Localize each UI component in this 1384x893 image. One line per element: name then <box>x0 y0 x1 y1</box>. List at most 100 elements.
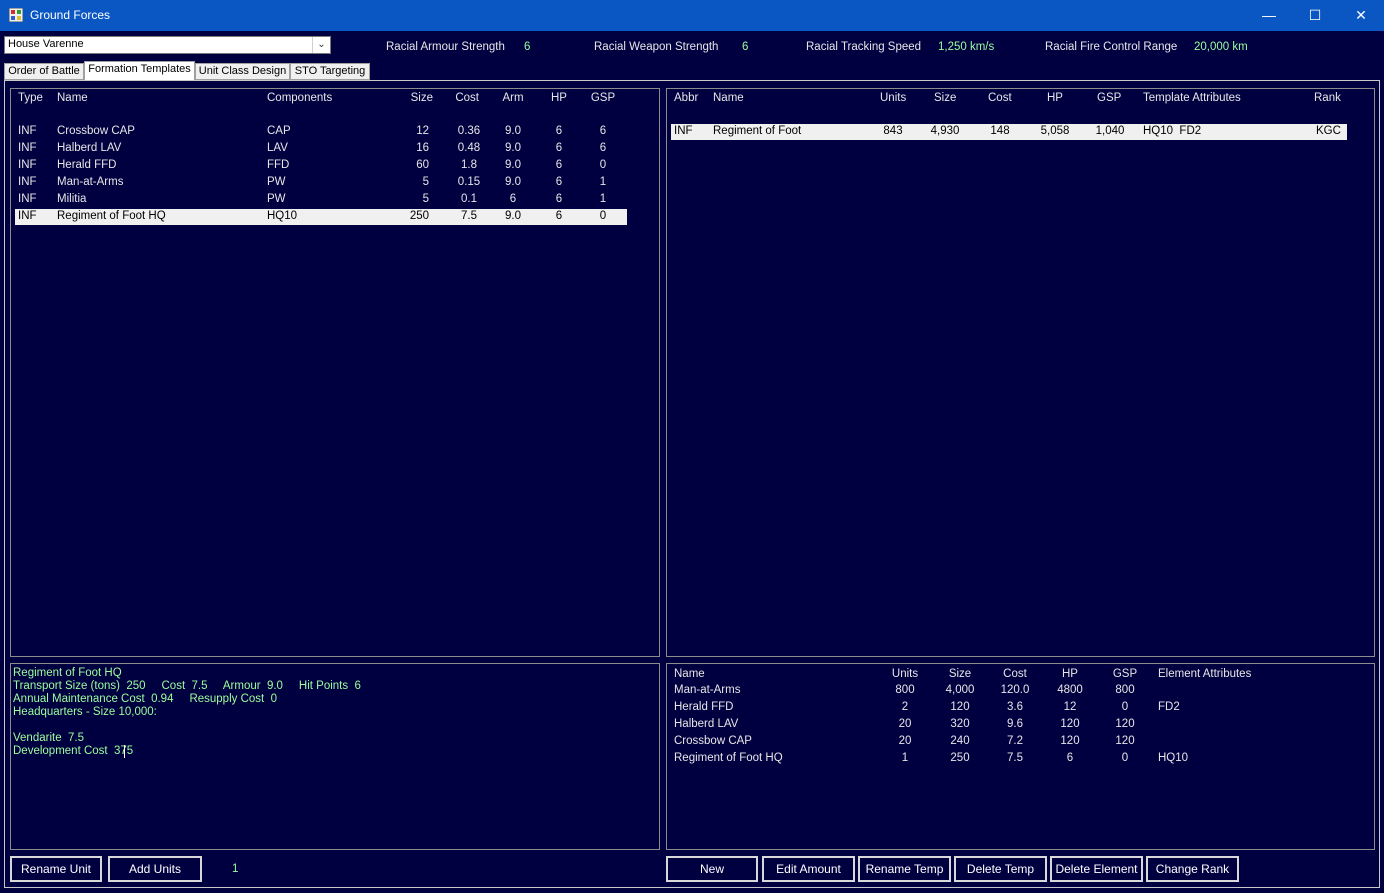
race-select-value: House Varenne <box>8 38 84 50</box>
tab-order-of-battle[interactable]: Order of Battle <box>4 63 84 80</box>
row-gsp: 6 <box>599 125 607 137</box>
table-row[interactable]: Herald FFD 2 120 3.6 12 0 FD2 <box>671 700 1351 716</box>
table-row[interactable]: Halberd LAV 20 320 9.6 120 120 <box>671 717 1351 733</box>
row-hp: 5,058 <box>1040 125 1070 137</box>
col-type-header[interactable]: Type <box>18 92 43 104</box>
table-row[interactable]: INF Halberd LAV LAV 16 0.48 9.0 6 6 <box>15 141 627 157</box>
col-arm-header[interactable]: Arm <box>495 92 531 104</box>
col-hp-header[interactable]: HP <box>1047 92 1063 104</box>
row-gsp: 0 <box>1121 752 1129 764</box>
row-cost: 9.6 <box>1007 718 1023 730</box>
app-icon <box>9 8 23 22</box>
col-size-header[interactable]: Size <box>940 668 980 680</box>
col-units-header[interactable]: Units <box>885 668 925 680</box>
col-gsp-header[interactable]: GSP <box>585 92 621 104</box>
row-cost: 1.8 <box>461 159 477 171</box>
row-name: Crossbow CAP <box>57 125 135 137</box>
col-gsp-header[interactable]: GSP <box>1097 92 1121 104</box>
maximize-icon[interactable]: ☐ <box>1292 0 1338 31</box>
row-units: 2 <box>901 701 909 713</box>
row-arm: 9.0 <box>505 142 521 154</box>
text-cursor <box>124 745 125 758</box>
row-gsp: 6 <box>599 142 607 154</box>
col-gsp-header[interactable]: GSP <box>1105 668 1145 680</box>
edit-amount-button[interactable]: Edit Amount <box>762 856 855 882</box>
row-element-attributes: HQ10 <box>1158 752 1189 764</box>
table-row[interactable]: INF Herald FFD FFD 60 1.8 9.0 6 0 <box>15 158 627 174</box>
row-gsp: 0 <box>599 159 607 171</box>
race-select[interactable]: House Varenne ⌄ <box>4 36 331 54</box>
row-hp: 120 <box>1060 735 1080 747</box>
row-hp: 120 <box>1060 718 1080 730</box>
table-row-selected[interactable]: INF Regiment of Foot HQ HQ10 250 7.5 9.0… <box>15 209 627 225</box>
col-name-header[interactable]: Name <box>57 92 88 104</box>
unit-class-list[interactable]: Type Name Components Size Cost Arm HP GS… <box>10 88 660 657</box>
row-name: Man-at-Arms <box>57 176 124 188</box>
minimize-icon[interactable]: — <box>1246 0 1292 31</box>
detail-line: Development Cost 375 <box>13 745 134 757</box>
col-cost-header[interactable]: Cost <box>988 92 1012 104</box>
row-hp: 6 <box>555 159 563 171</box>
add-units-button[interactable]: Add Units <box>108 856 202 882</box>
racial-fire-control-label: Racial Fire Control Range <box>1045 41 1178 53</box>
table-row[interactable]: INF Man-at-Arms PW 5 0.15 9.0 6 1 <box>15 175 627 191</box>
close-icon[interactable]: ✕ <box>1338 0 1384 31</box>
col-cost-header[interactable]: Cost <box>439 92 479 104</box>
col-size-header[interactable]: Size <box>391 92 433 104</box>
new-template-button[interactable]: New <box>666 856 758 882</box>
racial-armour-label: Racial Armour Strength <box>386 41 505 53</box>
col-name-header[interactable]: Name <box>674 668 705 680</box>
row-gsp: 120 <box>1115 735 1135 747</box>
col-cost-header[interactable]: Cost <box>995 668 1035 680</box>
table-row[interactable]: Man-at-Arms 800 4,000 120.0 4800 800 <box>671 683 1351 699</box>
table-row[interactable]: Crossbow CAP 20 240 7.2 120 120 <box>671 734 1351 750</box>
row-name: Herald FFD <box>674 701 734 713</box>
row-hp: 6 <box>555 193 563 205</box>
row-gsp: 0 <box>599 210 607 222</box>
row-cost: 148 <box>990 125 1010 137</box>
tab-sto-targeting[interactable]: STO Targeting <box>290 63 370 80</box>
table-row[interactable]: INF Crossbow CAP CAP 12 0.36 9.0 6 6 <box>15 124 627 140</box>
row-hp: 6 <box>555 125 563 137</box>
row-cost: 0.36 <box>457 125 481 137</box>
col-components-header[interactable]: Components <box>267 92 332 104</box>
delete-template-button[interactable]: Delete Temp <box>954 856 1047 882</box>
template-element-list[interactable]: Name Units Size Cost HP GSP Element Attr… <box>666 663 1375 850</box>
row-abbr: INF <box>674 125 693 137</box>
unit-class-detail-textbox[interactable]: Regiment of Foot HQ Transport Size (tons… <box>10 663 660 850</box>
detail-line: Vendarite 7.5 <box>13 732 84 744</box>
row-hp: 6 <box>555 142 563 154</box>
formation-template-list[interactable]: Abbr Name Units Size Cost HP GSP Templat… <box>666 88 1375 657</box>
row-gsp: 1,040 <box>1095 125 1125 137</box>
racial-tracking-label: Racial Tracking Speed <box>806 41 922 53</box>
row-name: Regiment of Foot HQ <box>57 210 166 222</box>
table-row[interactable]: Regiment of Foot HQ 1 250 7.5 6 0 HQ10 <box>671 751 1351 767</box>
col-name-header[interactable]: Name <box>713 92 744 104</box>
tab-formation-templates[interactable]: Formation Templates <box>84 61 195 81</box>
change-rank-button[interactable]: Change Rank <box>1146 856 1239 882</box>
col-units-header[interactable]: Units <box>880 92 906 104</box>
row-size: 5 <box>422 193 429 205</box>
delete-element-button[interactable]: Delete Element <box>1050 856 1143 882</box>
row-units: 843 <box>883 125 903 137</box>
col-size-header[interactable]: Size <box>934 92 956 104</box>
row-size: 60 <box>416 159 429 171</box>
col-hp-header[interactable]: HP <box>541 92 577 104</box>
row-hp: 6 <box>1066 752 1074 764</box>
table-row[interactable]: INF Militia PW 5 0.1 6 6 1 <box>15 192 627 208</box>
row-cost: 7.5 <box>461 210 477 222</box>
row-hp: 6 <box>555 210 563 222</box>
col-abbr-header[interactable]: Abbr <box>674 92 698 104</box>
row-cost: 0.1 <box>461 193 477 205</box>
col-template-attributes-header[interactable]: Template Attributes <box>1143 92 1241 104</box>
tab-unit-class-design[interactable]: Unit Class Design <box>195 63 290 80</box>
table-row-selected[interactable]: INF Regiment of Foot 843 4,930 148 5,058… <box>671 124 1347 140</box>
rename-unit-button[interactable]: Rename Unit <box>10 856 102 882</box>
row-name: Regiment of Foot HQ <box>674 752 783 764</box>
rename-template-button[interactable]: Rename Temp <box>858 856 951 882</box>
chevron-down-icon[interactable]: ⌄ <box>312 37 330 53</box>
col-hp-header[interactable]: HP <box>1050 668 1090 680</box>
col-element-attributes-header[interactable]: Element Attributes <box>1158 668 1251 680</box>
row-size: 240 <box>950 735 970 747</box>
col-rank-header[interactable]: Rank <box>1314 92 1341 104</box>
